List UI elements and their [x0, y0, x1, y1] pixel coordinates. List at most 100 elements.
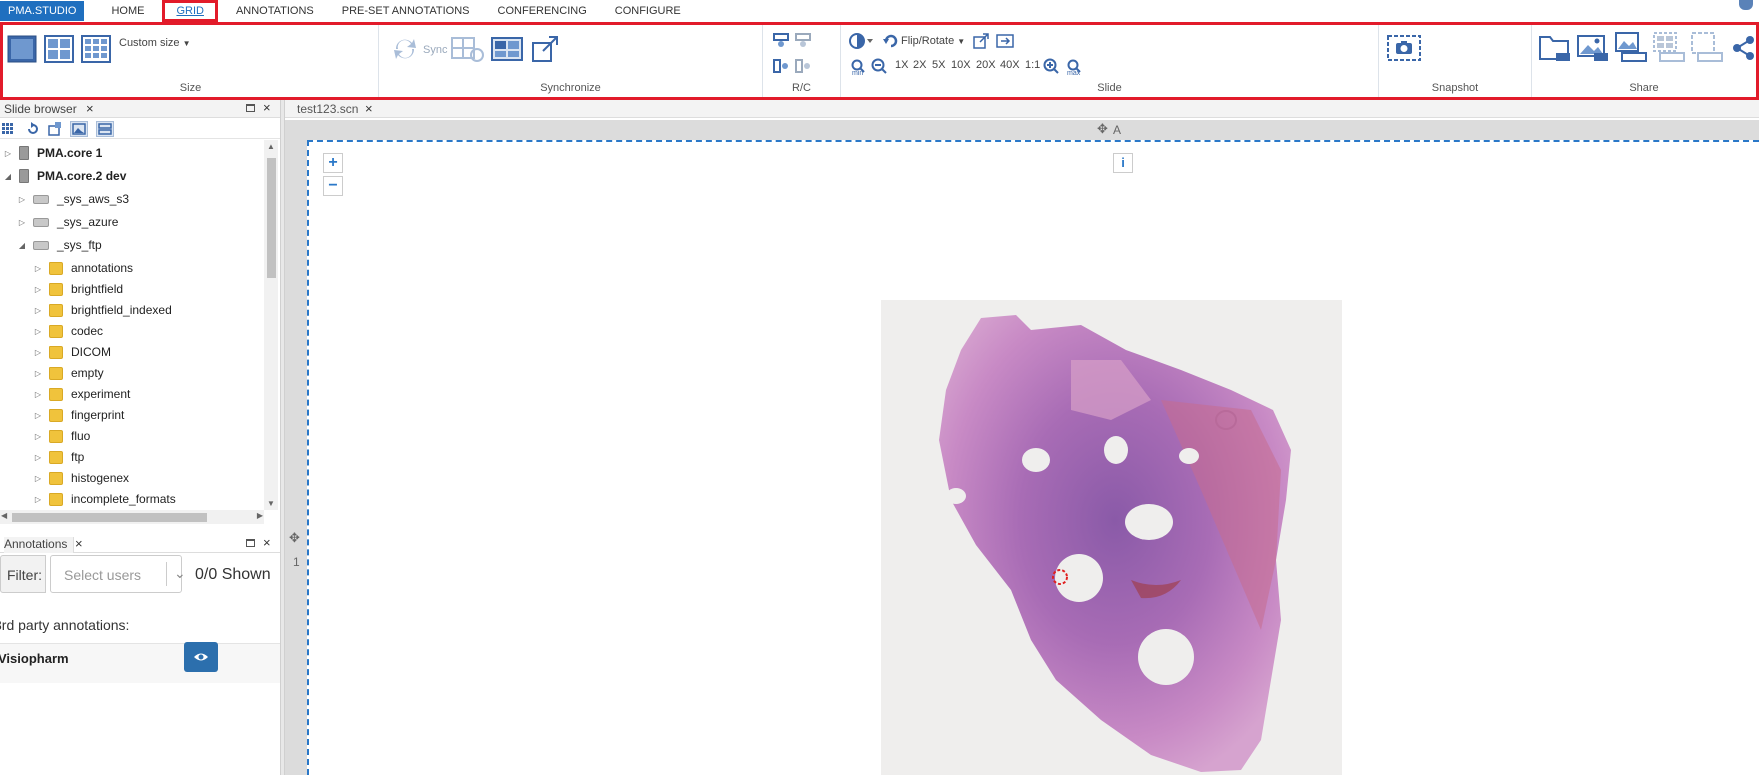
slide-browser-title[interactable]: Slide browser	[4, 102, 77, 116]
menu-home[interactable]: HOME	[84, 1, 158, 21]
zoom-in-button[interactable]: +	[323, 153, 343, 173]
add-folder-icon[interactable]	[48, 122, 62, 136]
layout-2x2-icon[interactable]	[44, 35, 74, 63]
expand-icon[interactable]: ▷	[33, 369, 43, 378]
sync-grid-icon[interactable]	[451, 35, 485, 63]
flip-rotate-dropdown[interactable]: Flip/Rotate ▼	[901, 35, 965, 47]
zoom-in-icon[interactable]	[1043, 58, 1059, 74]
expand-icon[interactable]: ▷	[33, 411, 43, 420]
expand-icon[interactable]: ▷	[17, 218, 27, 227]
tree-item-drive[interactable]: ▷ _sys_aws_s3	[17, 189, 129, 209]
menu-configure[interactable]: CONFIGURE	[601, 1, 695, 21]
scrollbar-thumb[interactable]	[267, 158, 276, 278]
close-icon[interactable]: ×	[75, 537, 83, 551]
expand-icon[interactable]: ▷	[3, 149, 13, 158]
tree-item-folder[interactable]: ▷ ftp	[33, 447, 84, 467]
scroll-right-icon[interactable]: ▶	[257, 511, 263, 520]
tree-item-folder[interactable]: ▷ fluo	[33, 426, 90, 446]
close-icon[interactable]: ×	[365, 102, 373, 116]
tree-item-folder[interactable]: ▷ codec	[33, 321, 103, 341]
expand-icon[interactable]: ▷	[33, 306, 43, 315]
zoom-2x-button[interactable]: 2X	[913, 59, 926, 71]
tree-horizontal-scrollbar[interactable]: ◀ ▶	[0, 510, 264, 524]
zoom-20x-button[interactable]: 20X	[976, 59, 996, 71]
user-info-icon[interactable]	[1739, 0, 1753, 10]
add-column-icon[interactable]	[773, 59, 789, 73]
collapse-icon[interactable]: ◢	[17, 241, 27, 250]
tree-item-folder[interactable]: ▷ DICOM	[33, 342, 111, 362]
maximize-icon[interactable]	[246, 104, 255, 112]
detail-view-icon[interactable]	[96, 121, 114, 137]
expand-icon[interactable]: ▷	[33, 390, 43, 399]
brand-logo[interactable]: PMA.STUDIO	[0, 1, 85, 21]
tree-item-folder[interactable]: ▷ histogenex	[33, 468, 129, 488]
add-row-icon[interactable]	[773, 33, 789, 47]
layout-1x1-icon[interactable]	[7, 35, 37, 63]
toggle-visibility-button[interactable]	[184, 642, 218, 672]
tree-item-folder[interactable]: ▷ experiment	[33, 384, 130, 404]
annotations-title[interactable]: Annotations	[4, 537, 75, 553]
thumbnail-view-icon[interactable]	[70, 121, 88, 137]
scrollbar-thumb[interactable]	[12, 513, 207, 522]
zoom-1x-button[interactable]: 1X	[895, 59, 908, 71]
expand-icon[interactable]: ▷	[33, 453, 43, 462]
camera-icon[interactable]	[1387, 35, 1421, 61]
zoom-40x-button[interactable]: 40X	[1000, 59, 1020, 71]
expand-icon[interactable]: ▷	[33, 432, 43, 441]
close-icon[interactable]: ×	[86, 102, 94, 116]
info-button[interactable]: i	[1113, 153, 1133, 173]
sync-icon[interactable]	[390, 35, 420, 63]
expand-icon[interactable]: ▷	[33, 285, 43, 294]
share-selection-icon[interactable]	[1690, 31, 1724, 63]
expand-icon[interactable]: ▷	[33, 348, 43, 357]
scroll-up-icon[interactable]: ▲	[267, 142, 275, 151]
expand-icon[interactable]: ▷	[17, 195, 27, 204]
expand-icon[interactable]: ▷	[33, 474, 43, 483]
menu-grid[interactable]: GRID	[162, 0, 218, 22]
zoom-out-icon[interactable]	[871, 58, 887, 74]
tree-item-folder[interactable]: ▷ fingerprint	[33, 405, 124, 425]
zoom-out-button[interactable]: −	[323, 176, 343, 196]
maximize-icon[interactable]	[246, 539, 255, 547]
color-adjust-icon[interactable]	[849, 33, 875, 49]
share-image-icon[interactable]	[1576, 33, 1610, 63]
grid-view-icon[interactable]	[2, 123, 14, 135]
menu-preset-annotations[interactable]: PRE-SET ANNOTATIONS	[328, 1, 484, 21]
move-icon[interactable]: ✥	[1097, 121, 1108, 137]
zoom-10x-button[interactable]: 10X	[951, 59, 971, 71]
tree-item-drive[interactable]: ◢ _sys_ftp	[17, 235, 102, 255]
close-icon[interactable]: ×	[263, 536, 271, 550]
expand-icon[interactable]: ▷	[33, 327, 43, 336]
external-link-icon[interactable]	[973, 33, 989, 49]
close-icon[interactable]: ×	[263, 101, 271, 115]
tree-item-server[interactable]: ▷ PMA.core 1	[3, 143, 102, 163]
tree-item-folder[interactable]: ▷ brightfield	[33, 279, 123, 299]
zoom-1to1-button[interactable]: 1:1	[1025, 59, 1040, 71]
chevron-down-icon[interactable]: ⌄	[174, 565, 186, 582]
move-icon[interactable]: ✥	[289, 530, 300, 546]
share-slide-icon[interactable]	[1614, 31, 1648, 63]
collapse-icon[interactable]: ◢	[3, 172, 13, 181]
custom-size-dropdown[interactable]: Custom size ▼	[119, 37, 191, 49]
tree-item-folder[interactable]: ▷ incomplete_formats	[33, 489, 176, 509]
zoom-5x-button[interactable]: 5X	[932, 59, 945, 71]
rotate-icon[interactable]	[883, 33, 899, 49]
tree-item-folder[interactable]: ▷ brightfield_indexed	[33, 300, 172, 320]
menu-conferencing[interactable]: CONFERENCING	[484, 1, 601, 21]
tree-vertical-scrollbar[interactable]: ▲ ▼	[264, 140, 278, 510]
layout-3x3-icon[interactable]	[81, 35, 111, 63]
scroll-down-icon[interactable]: ▼	[267, 499, 275, 508]
tree-item-folder[interactable]: ▷ empty	[33, 363, 104, 383]
fit-screen-icon[interactable]	[996, 34, 1014, 48]
tree-item-server[interactable]: ◢ PMA.core.2 dev	[3, 166, 126, 186]
tree-item-folder[interactable]: ▷ annotations	[33, 258, 133, 278]
share-grid-icon[interactable]	[1652, 31, 1686, 63]
refresh-icon[interactable]	[26, 122, 40, 136]
share-icon[interactable]	[1732, 35, 1756, 61]
popout-icon[interactable]	[531, 35, 561, 63]
menu-annotations[interactable]: ANNOTATIONS	[222, 1, 328, 21]
share-folder-icon[interactable]	[1538, 33, 1572, 63]
expand-icon[interactable]: ▷	[33, 495, 43, 504]
viewer-tab-title[interactable]: test123.scn	[297, 102, 358, 116]
remove-row-icon[interactable]	[795, 33, 811, 47]
